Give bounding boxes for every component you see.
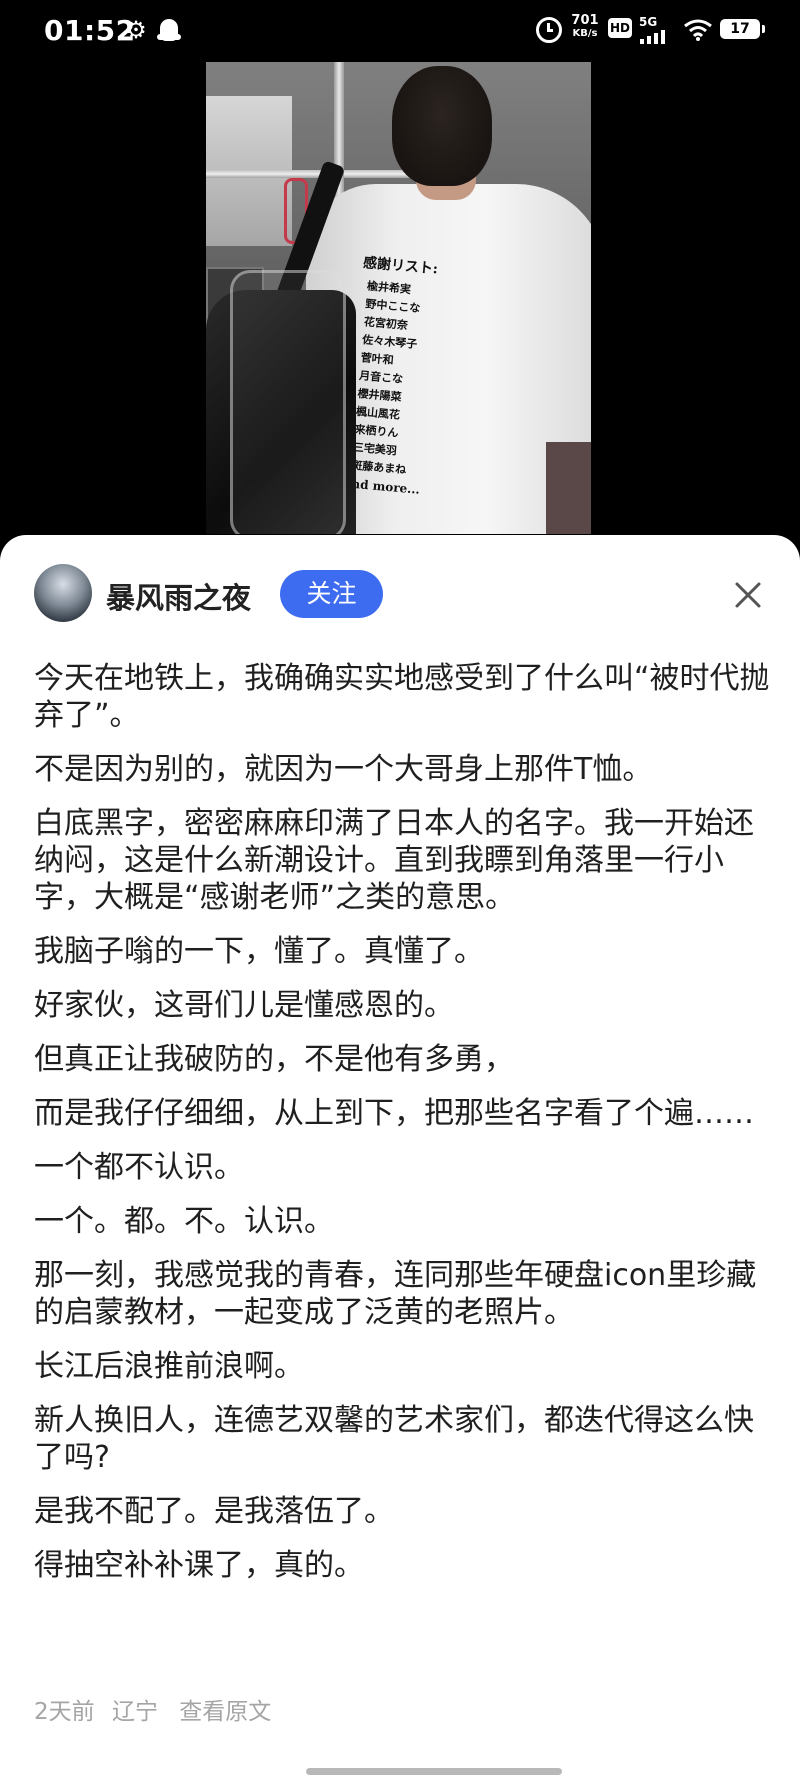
head xyxy=(392,66,492,186)
post-meta: 2天前 辽宁 查看原文 xyxy=(34,1692,281,1726)
alarm-icon xyxy=(536,17,562,43)
close-icon[interactable] xyxy=(726,573,770,617)
status-bar: 01:52 ⚙ 701 KB/s HD 5G 17 xyxy=(0,0,800,62)
post-paragraph: 不是因为别的，就因为一个大哥身上那件T恤。 xyxy=(34,752,653,787)
post-paragraph: 而是我仔仔细细，从上到下，把那些名字看了个遍…… xyxy=(34,1096,754,1131)
post-location: 辽宁 xyxy=(111,1699,158,1725)
author-name[interactable]: 暴风雨之夜 xyxy=(106,575,251,617)
post-paragraph: 是我不配了。是我落伍了。 xyxy=(34,1494,394,1529)
post-time: 2天前 xyxy=(34,1699,95,1725)
post-paragraph: 但真正让我破防的，不是他有多勇， xyxy=(34,1042,514,1077)
battery-icon: 17 xyxy=(720,19,765,39)
network-type-label: 5G xyxy=(639,15,658,29)
home-indicator[interactable] xyxy=(306,1768,562,1775)
post-paragraph: 白底黑字，密密麻麻印满了日本人的名字。我一开始还纳闷，这是什么新潮设计。直到我瞟… xyxy=(34,806,754,915)
post-paragraph: 新人换旧人，连德艺双馨的艺术家们，都迭代得这么快了吗? xyxy=(34,1403,754,1475)
network-speed-unit: KB/s xyxy=(572,28,598,39)
clear-bag xyxy=(230,270,346,534)
post-paragraph: 那一刻，我感觉我的青春，连同那些年硬盘icon里珍藏的启蒙教材，一起变成了泛黄的… xyxy=(34,1258,757,1330)
post-paragraph: 一个。都。不。认识。 xyxy=(34,1204,334,1239)
follow-button[interactable]: 关注 xyxy=(280,570,383,618)
view-original-link[interactable]: 查看原文 xyxy=(179,1699,271,1725)
status-time: 01:52 xyxy=(44,14,136,47)
network-speed-value: 701 xyxy=(571,13,599,28)
hd-badge: HD xyxy=(608,18,632,38)
post-paragraph: 今天在地铁上，我确确实实地感受到了什么叫“被时代抛弃了”。 xyxy=(34,661,770,733)
post-paragraph: 得抽空补补课了，真的。 xyxy=(34,1548,364,1583)
post-header: 暴风雨之夜 关注 xyxy=(0,535,800,655)
signal-strength-icon xyxy=(640,30,672,44)
qq-penguin-icon xyxy=(157,18,181,42)
gear-icon: ⚙ xyxy=(125,16,147,44)
post-paragraph: 长江后浪推前浪啊。 xyxy=(34,1349,304,1384)
screen: 01:52 ⚙ 701 KB/s HD 5G 17 感謝リスト: 楡井希実 野中… xyxy=(0,0,800,1778)
wifi-icon xyxy=(684,19,712,41)
network-speed: 701 KB/s xyxy=(570,14,600,40)
handrail xyxy=(206,170,416,178)
post-body: 今天在地铁上，我确确实实地感受到了什么叫“被时代抛弃了”。 不是因为别的，就因为… xyxy=(34,660,774,1601)
post-paragraph: 好家伙，这哥们儿是懂感恩的。 xyxy=(34,988,454,1023)
post-photo[interactable]: 感謝リスト: 楡井希実 野中ここな 花宮初奈 佐々木琴子 菅叶和 月音こな 櫻井… xyxy=(206,62,591,534)
post-paragraph: 我脑子嗡的一下，懂了。真懂了。 xyxy=(34,934,484,969)
shirt-print: 感謝リスト: 楡井希実 野中ここな 花宮初奈 佐々木琴子 菅叶和 月音こな 櫻井… xyxy=(343,252,483,501)
passenger-shoulder xyxy=(546,442,591,534)
post-paragraph: 一个都不认识。 xyxy=(34,1150,244,1185)
avatar[interactable] xyxy=(34,564,92,622)
post-card: 暴风雨之夜 关注 今天在地铁上，我确确实实地感受到了什么叫“被时代抛弃了”。 不… xyxy=(0,535,800,1778)
